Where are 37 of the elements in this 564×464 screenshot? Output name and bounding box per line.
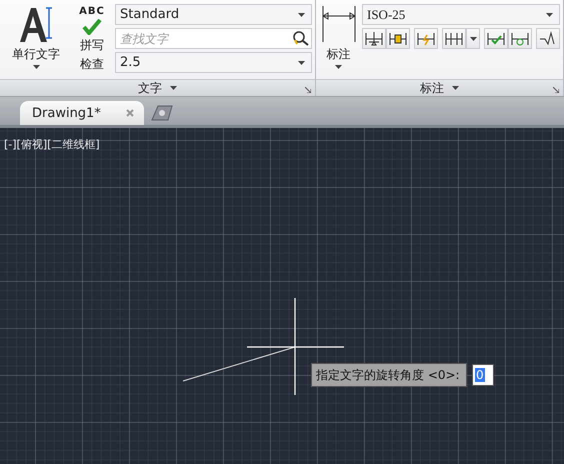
- update-dimension-icon[interactable]: [508, 28, 532, 49]
- close-icon[interactable]: [126, 109, 134, 117]
- caret-icon: [335, 65, 342, 69]
- text-dimension-icon[interactable]: [386, 28, 410, 49]
- angle-input-field[interactable]: 0: [472, 364, 494, 386]
- caret-icon: [298, 60, 305, 64]
- text-height-dropdown[interactable]: 2.5: [115, 52, 312, 73]
- abc-label: ABC: [79, 6, 105, 17]
- new-tab-icon[interactable]: [150, 104, 174, 122]
- command-prompt-tooltip: 指定文字的旋转角度 <0>:: [311, 363, 467, 387]
- find-text-field[interactable]: 查找文字: [115, 28, 312, 49]
- caret-icon: [452, 86, 459, 90]
- baseline-dimension-icon[interactable]: [362, 28, 386, 49]
- caret-icon: [470, 36, 476, 40]
- caret-icon: [170, 86, 177, 90]
- drawing-canvas[interactable]: [-][俯视][二维线框] 指定文字的旋转角度 <0>: 0: [0, 128, 564, 464]
- spell-check-button[interactable]: ABC 拼写 检查: [73, 4, 111, 79]
- continue-dimension-icon[interactable]: [442, 28, 466, 49]
- launcher-arrow-icon[interactable]: [553, 87, 559, 93]
- viewport-label[interactable]: [-][俯视][二维线框]: [4, 137, 100, 152]
- caret-icon: [546, 12, 553, 16]
- check-dimension-icon[interactable]: [484, 28, 508, 49]
- dimension-style-dropdown[interactable]: ISO-25: [362, 4, 560, 25]
- break-dimension-icon[interactable]: [414, 28, 438, 49]
- linear-dimension-icon: [320, 4, 356, 44]
- caret-icon: [298, 12, 305, 16]
- dropdown-button[interactable]: [466, 28, 480, 49]
- single-line-text-button[interactable]: 单行文字: [3, 4, 69, 79]
- text-style-dropdown[interactable]: Standard: [115, 4, 312, 25]
- find-replace-icon[interactable]: [292, 30, 310, 46]
- check-mark-icon: [81, 19, 103, 35]
- panel-title[interactable]: 文字: [0, 79, 315, 96]
- drawing-tab[interactable]: Drawing1*: [20, 101, 144, 125]
- dimension-button[interactable]: 标注: [319, 4, 358, 79]
- panel-title[interactable]: 标注: [316, 79, 563, 96]
- launcher-arrow-icon[interactable]: [305, 87, 311, 93]
- caret-icon: [32, 65, 40, 69]
